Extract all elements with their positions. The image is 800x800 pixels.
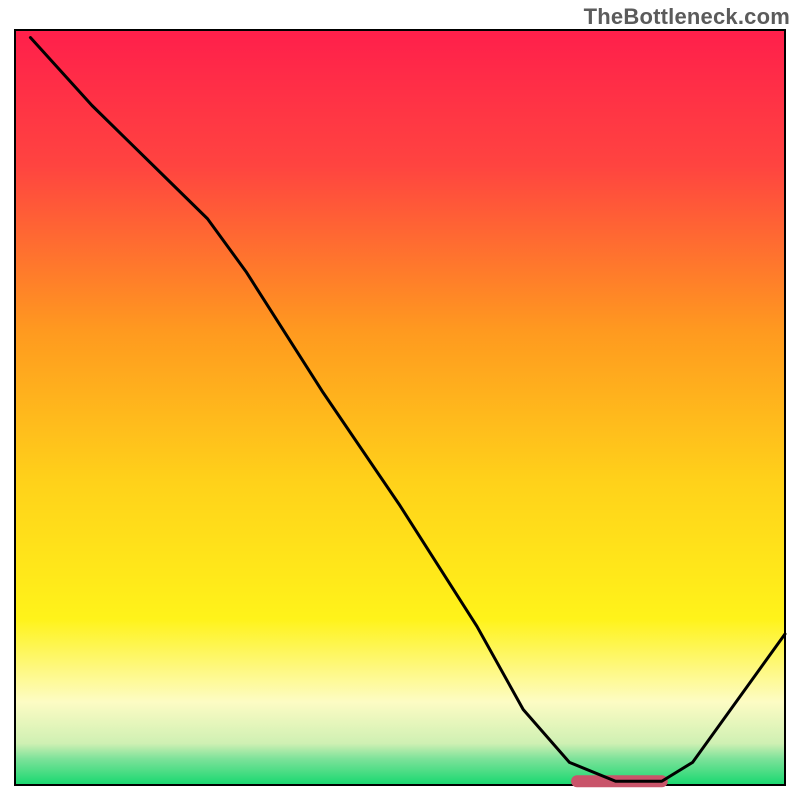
bottleneck-chart <box>0 0 800 800</box>
chart-stage: TheBottleneck.com <box>0 0 800 800</box>
